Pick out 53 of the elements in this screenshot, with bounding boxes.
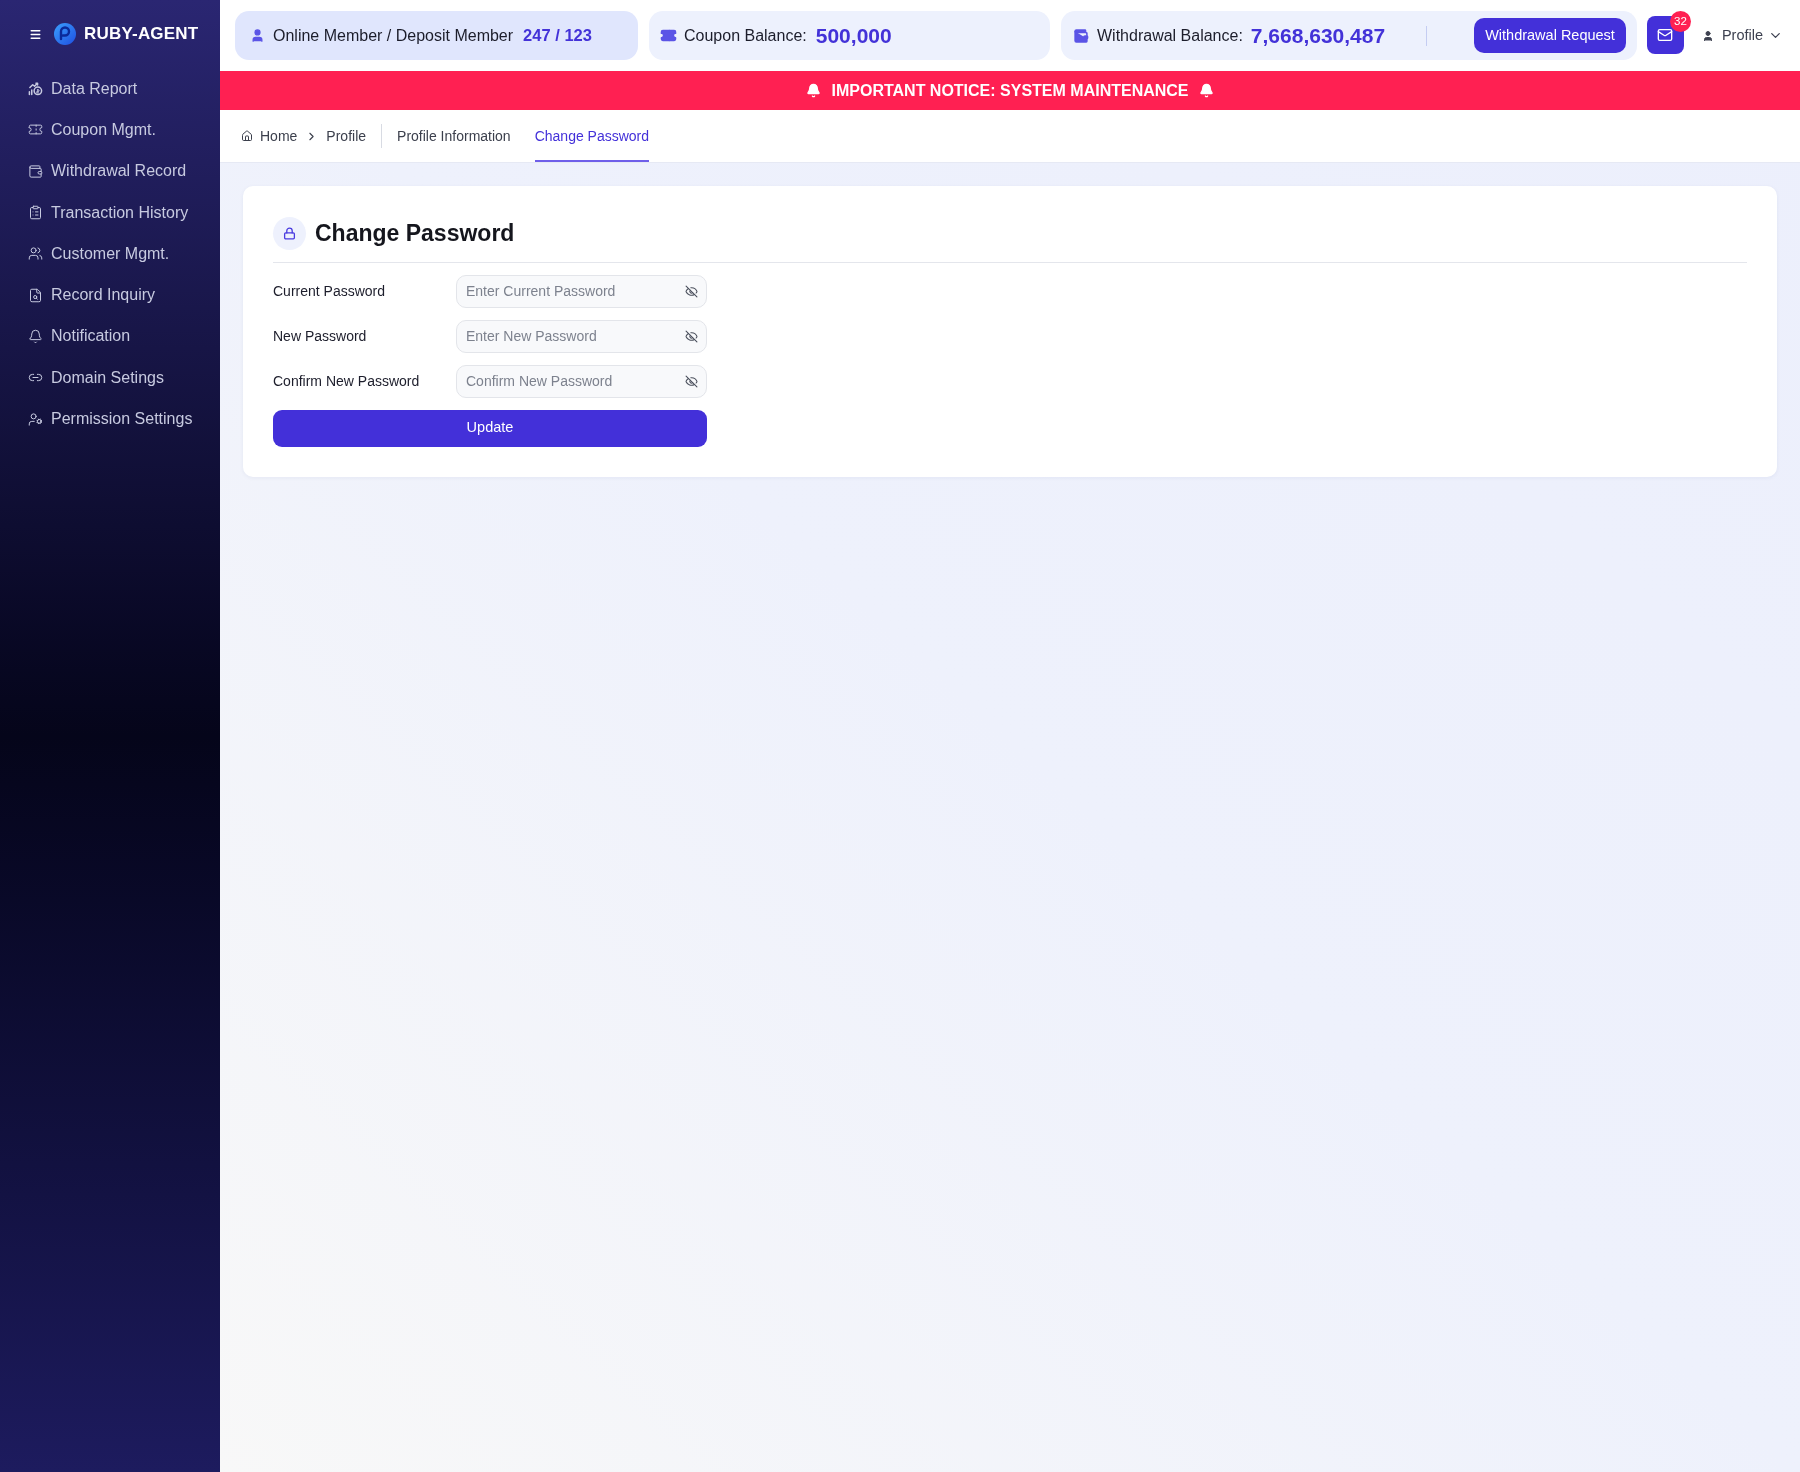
profile-menu[interactable]: Profile xyxy=(1701,24,1783,47)
breadcrumb-link[interactable]: Home xyxy=(260,125,298,147)
sidebar-item[interactable]: Data Report xyxy=(0,68,220,110)
wallet-icon xyxy=(1073,27,1089,44)
bell-icon xyxy=(1198,83,1214,98)
withdrawal-request-button[interactable]: Withdrawal Request xyxy=(1474,18,1626,53)
sidebar-item[interactable]: Record Inquiry xyxy=(0,274,220,316)
logo-icon xyxy=(54,23,76,45)
bell-icon xyxy=(806,83,822,98)
stat-value: 7,668,630,487 xyxy=(1250,22,1386,49)
home-icon xyxy=(241,130,253,142)
wallet-icon xyxy=(28,163,43,179)
breadcrumb-link[interactable]: Profile xyxy=(326,125,367,147)
ticket-icon xyxy=(660,27,677,44)
bell-icon xyxy=(28,328,43,344)
sidebar-item[interactable]: Coupon Mgmt. xyxy=(0,109,220,151)
brand-name: RUBY-AGENT xyxy=(84,23,199,46)
stat-value: 247 / 123 xyxy=(523,25,592,47)
sidebar-item[interactable]: Customer Mgmt. xyxy=(0,233,220,275)
ticket-icon xyxy=(28,122,43,138)
user-icon xyxy=(1701,29,1714,42)
eye-off-icon[interactable] xyxy=(685,329,698,343)
password-field[interactable]: Enter New Password xyxy=(456,319,707,353)
notice-text: IMPORTANT NOTICE: SYSTEM MAINTENANCE xyxy=(831,80,1189,101)
password-field[interactable]: Enter Current Password xyxy=(456,274,707,308)
user-gear-icon xyxy=(28,411,43,427)
users-icon xyxy=(28,246,43,262)
update-button[interactable]: Update xyxy=(273,409,707,447)
sidebar-item[interactable]: Notification xyxy=(0,315,220,358)
chart-coin-icon xyxy=(28,81,43,97)
menu-button[interactable] xyxy=(29,27,42,41)
user-icon xyxy=(250,28,265,43)
field-label: Current Password xyxy=(273,281,387,301)
stat-label: Coupon Balance: xyxy=(684,25,807,46)
stat-label: Withdrawal Balance: xyxy=(1097,25,1243,46)
tab[interactable]: Change Password xyxy=(534,110,650,162)
form-title: Change Password xyxy=(315,219,515,248)
eye-off-icon[interactable] xyxy=(685,284,698,298)
file-search-icon xyxy=(28,287,43,303)
lock-icon xyxy=(273,216,306,250)
mail-icon xyxy=(1657,27,1674,43)
eye-off-icon[interactable] xyxy=(685,374,698,388)
tab[interactable]: Profile Information xyxy=(397,110,511,162)
sidebar-item[interactable]: Domain Setings xyxy=(0,357,220,399)
stat-label: Online Member / Deposit Member xyxy=(273,25,514,46)
sidebar-item[interactable]: Withdrawal Record xyxy=(0,150,220,192)
field-label: Confirm New Password xyxy=(273,371,421,391)
field-label: New Password xyxy=(273,326,368,346)
sidebar-item[interactable]: Transaction History xyxy=(0,191,220,234)
stat-value: 500,000 xyxy=(815,22,892,49)
clipboard-icon xyxy=(28,205,43,221)
password-field[interactable]: Confirm New Password xyxy=(456,364,707,398)
sidebar-item[interactable]: Permission Settings xyxy=(0,398,220,440)
